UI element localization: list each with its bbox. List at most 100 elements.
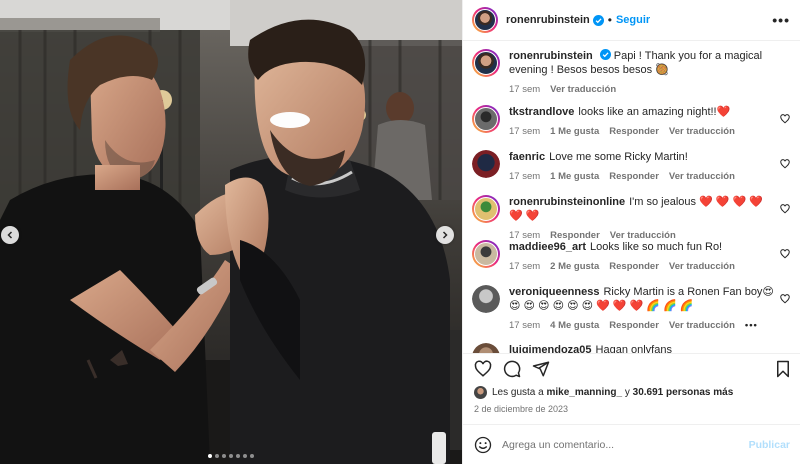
- comment-text: faenric Love me some Ricky Martin!: [509, 150, 776, 164]
- commenter-username[interactable]: luigimendoza05: [509, 344, 592, 353]
- comment-text: maddiee96_art Looks like so much fun Ro!: [509, 240, 776, 254]
- translate-link[interactable]: Ver traducción: [669, 261, 735, 272]
- comment-text: luigimendoza05 Hagan onlyfans: [509, 343, 776, 353]
- comment-body: ronenrubinsteinonline I'm so jealous ❤️ ❤…: [509, 195, 790, 241]
- reply-button[interactable]: Responder: [609, 171, 659, 182]
- translate-link[interactable]: Ver traducción: [669, 171, 735, 182]
- comment-likes[interactable]: 1 Me gusta: [550, 126, 599, 137]
- commenter-avatar[interactable]: [472, 343, 500, 353]
- commenter-username[interactable]: tkstrandlove: [509, 106, 574, 118]
- comment-input[interactable]: [502, 438, 749, 451]
- caption-body: ronenrubinstein Papi ! Thank you for a ma…: [509, 49, 790, 105]
- caption-text: ronenrubinstein Papi ! Thank you for a ma…: [509, 49, 776, 77]
- comment-row: faenric Love me some Ricky Martin! 17 sem 1…: [472, 150, 790, 195]
- comment-content: Hagan onlyfans: [595, 344, 672, 353]
- comment-age: 17 sem: [509, 126, 541, 137]
- commenter-avatar[interactable]: [472, 285, 500, 313]
- post-date: 2 de diciembre de 2023: [474, 404, 569, 414]
- follow-button[interactable]: Seguir: [616, 14, 650, 26]
- caption-username[interactable]: ronenrubinstein: [509, 50, 593, 62]
- more-options-icon[interactable]: •••: [772, 12, 790, 28]
- post-side-panel: ronenrubinstein • Seguir ••• ronenrubins…: [462, 0, 800, 464]
- comment-age: 17 sem: [509, 320, 541, 331]
- author-avatar[interactable]: [472, 7, 498, 33]
- carousel-dot: [222, 454, 226, 458]
- chevron-left-icon: [7, 231, 13, 239]
- comment-content: Looks like so much fun Ro!: [590, 241, 723, 253]
- comment-like-heart-icon[interactable]: [780, 114, 790, 124]
- heart-icon[interactable]: [474, 360, 492, 378]
- comment-text: ronenrubinsteinonline I'm so jealous ❤️ ❤…: [509, 195, 776, 223]
- comment-likes[interactable]: 1 Me gusta: [550, 171, 599, 182]
- comment-like-heart-icon[interactable]: [780, 159, 790, 169]
- caption-meta: 17 sem Ver traducción: [509, 84, 776, 95]
- comment-text: veroniqueenness Ricky Martin is a Ronen F…: [509, 285, 776, 313]
- post-photo: [0, 0, 462, 464]
- comment-age: 17 sem: [509, 171, 541, 182]
- comment-age: 17 sem: [509, 261, 541, 272]
- comment-like-heart-icon[interactable]: [780, 249, 790, 259]
- comment-meta: 17 sem 1 Me gusta Responder Ver traducción: [509, 126, 776, 137]
- commenter-username[interactable]: faenric: [509, 151, 545, 163]
- reply-button[interactable]: Responder: [609, 261, 659, 272]
- header-separator: •: [607, 13, 612, 27]
- carousel-next-button[interactable]: [436, 226, 454, 244]
- commenter-avatar[interactable]: [472, 240, 500, 268]
- chevron-right-icon: [442, 231, 448, 239]
- likes-summary: Les gusta a mike_manning_ y 30.691 perso…: [463, 384, 800, 401]
- likes-prefix: Les gusta a: [492, 387, 544, 398]
- post-media[interactable]: [0, 0, 462, 464]
- carousel-dot: [236, 454, 240, 458]
- likes-count[interactable]: 30.691 personas más: [633, 387, 734, 398]
- reply-button[interactable]: Responder: [609, 320, 659, 331]
- carousel-dot: [243, 454, 247, 458]
- liker-avatar[interactable]: [474, 386, 487, 399]
- commenter-avatar[interactable]: [472, 105, 500, 133]
- comment-more-options-icon[interactable]: •••: [745, 320, 758, 331]
- post-header: ronenrubinstein • Seguir •••: [463, 0, 800, 41]
- carousel-dot: [229, 454, 233, 458]
- comment-row: tkstrandlove looks like an amazing night!…: [472, 105, 790, 150]
- commenter-username[interactable]: maddiee96_art: [509, 241, 586, 253]
- carousel-prev-button[interactable]: [1, 226, 19, 244]
- commenter-avatar[interactable]: [472, 195, 500, 223]
- comment-content: Love me some Ricky Martin!: [549, 151, 688, 163]
- comment-row: ronenrubinsteinonline I'm so jealous ❤️ ❤…: [472, 195, 790, 241]
- caption-age: 17 sem: [509, 84, 541, 95]
- commenter-avatar[interactable]: [472, 150, 500, 178]
- likes-middle: y: [624, 387, 630, 398]
- comment-body: faenric Love me some Ricky Martin! 17 sem 1…: [509, 150, 790, 195]
- comment-body: veroniqueenness Ricky Martin is a Ronen F…: [509, 285, 790, 343]
- comment-body: maddiee96_art Looks like so much fun Ro! 1…: [509, 240, 790, 285]
- bookmark-icon[interactable]: [774, 360, 792, 378]
- post-actions-bar: [463, 353, 800, 384]
- comment-likes[interactable]: 4 Me gusta: [550, 320, 599, 331]
- author-username[interactable]: ronenrubinstein: [506, 14, 590, 26]
- translate-link[interactable]: Ver traducción: [669, 126, 735, 137]
- caption-translate-link[interactable]: Ver traducción: [550, 84, 616, 95]
- comments-list[interactable]: ronenrubinstein Papi ! Thank you for a ma…: [463, 41, 800, 353]
- comment-row: maddiee96_art Looks like so much fun Ro! 1…: [472, 240, 790, 285]
- comment-icon[interactable]: [503, 360, 521, 378]
- comment-meta: 17 sem 2 Me gusta Responder Ver traducción: [509, 261, 776, 272]
- comment-text: tkstrandlove looks like an amazing night!…: [509, 105, 776, 119]
- share-icon[interactable]: [532, 360, 550, 378]
- commenter-username[interactable]: ronenrubinsteinonline: [509, 196, 625, 208]
- comment-body: tkstrandlove looks like an amazing night!…: [509, 105, 790, 150]
- add-comment-bar: Publicar: [463, 424, 800, 464]
- emoji-icon[interactable]: [474, 436, 492, 454]
- comment-content: looks like an amazing night!!❤️: [578, 106, 731, 118]
- comment-meta: 17 sem 1 Me gusta Responder Ver traducción: [509, 171, 776, 182]
- verified-badge-icon: [592, 14, 604, 26]
- reply-button[interactable]: Responder: [609, 126, 659, 137]
- comment-body: luigimendoza05 Hagan onlyfans: [509, 343, 790, 353]
- comment-like-heart-icon[interactable]: [780, 294, 790, 304]
- comment-likes[interactable]: 2 Me gusta: [550, 261, 599, 272]
- commenter-username[interactable]: veroniqueenness: [509, 286, 599, 298]
- liker-username[interactable]: mike_manning_: [547, 387, 623, 398]
- publish-button[interactable]: Publicar: [749, 439, 790, 451]
- caption-avatar[interactable]: [472, 49, 500, 77]
- translate-link[interactable]: Ver traducción: [669, 320, 735, 331]
- carousel-dots: [0, 454, 462, 458]
- comment-like-heart-icon[interactable]: [780, 204, 790, 214]
